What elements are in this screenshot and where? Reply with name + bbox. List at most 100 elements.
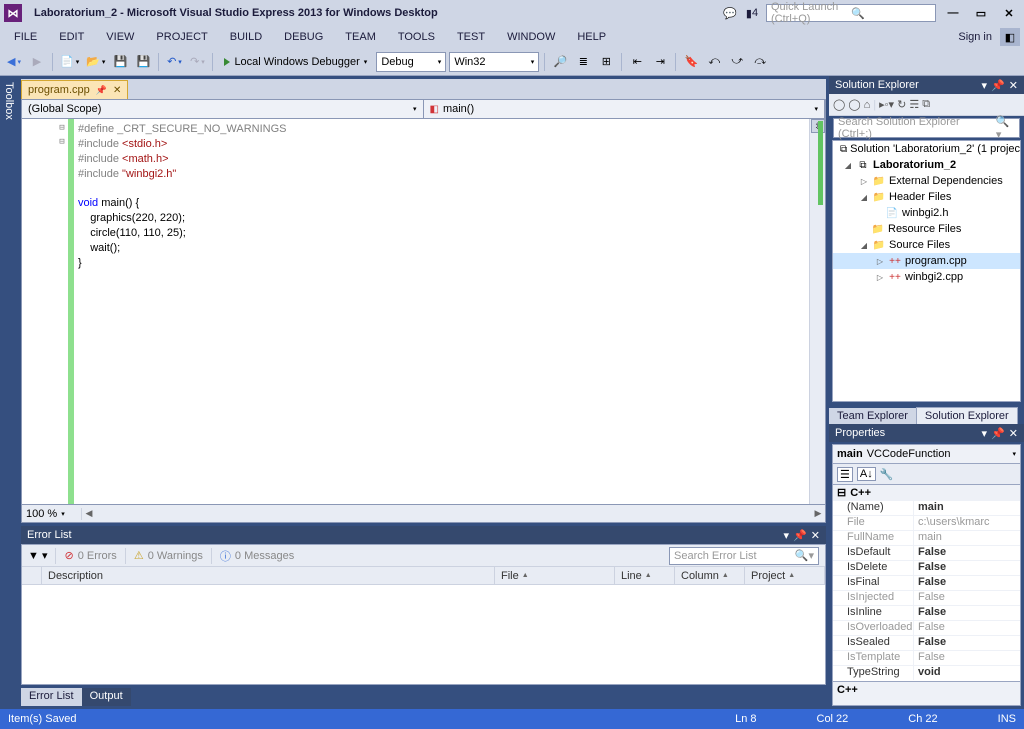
- save-all-button[interactable]: 💾: [133, 52, 153, 72]
- restore-button[interactable]: ▭: [970, 4, 992, 22]
- properties-icon[interactable]: ⧉: [922, 98, 930, 111]
- property-row[interactable]: TypeStringvoid: [833, 665, 1020, 680]
- notifications-icon[interactable]: ▮4: [744, 5, 760, 21]
- back-icon[interactable]: ◯: [833, 98, 845, 111]
- properties-grid[interactable]: ⊟C++ (Name)mainFilec:\users\kmarcFullNam…: [832, 484, 1021, 682]
- property-row[interactable]: (Name)main: [833, 500, 1020, 515]
- open-file-button[interactable]: 📂: [84, 52, 107, 72]
- tree-resource-files[interactable]: 📁Resource Files: [833, 221, 1020, 237]
- indent-icon[interactable]: ⇥: [650, 52, 670, 72]
- property-row[interactable]: IsInjectedFalse: [833, 590, 1020, 605]
- close-icon[interactable]: ✕: [811, 529, 820, 542]
- menu-build[interactable]: BUILD: [220, 28, 272, 46]
- tab-output[interactable]: Output: [82, 688, 131, 706]
- col-description[interactable]: Description: [42, 567, 495, 584]
- file-tab-program[interactable]: program.cpp 📌 ✕: [21, 80, 128, 99]
- properties-object-combo[interactable]: mainVCCodeFunction▾: [832, 444, 1021, 464]
- property-row[interactable]: IsFinalFalse: [833, 575, 1020, 590]
- sync-icon[interactable]: ▸◦▾: [879, 98, 894, 111]
- solution-tree[interactable]: ⧉Solution 'Laboratorium_2' (1 project) ◢…: [832, 140, 1021, 402]
- tree-ext-deps[interactable]: ▷📁External Dependencies: [833, 173, 1020, 189]
- toolbox-rail[interactable]: Toolbox: [0, 76, 18, 709]
- bookmark-clear-icon[interactable]: ⤼: [750, 52, 770, 72]
- close-button[interactable]: ✕: [998, 4, 1020, 22]
- tab-error-list[interactable]: Error List: [21, 688, 82, 706]
- col-column[interactable]: Column▲: [675, 567, 745, 584]
- start-debug-button[interactable]: Local Windows Debugger ▾: [218, 52, 373, 72]
- nav-back-button[interactable]: ◀: [4, 52, 24, 72]
- menu-file[interactable]: FILE: [4, 28, 47, 46]
- menu-test[interactable]: TEST: [447, 28, 495, 46]
- col-project[interactable]: Project▲: [745, 567, 825, 584]
- refresh-icon[interactable]: ↻: [897, 98, 906, 111]
- error-search-input[interactable]: Search Error List 🔍▾: [669, 547, 819, 565]
- platform-combo[interactable]: Win32: [449, 52, 539, 72]
- config-combo[interactable]: Debug: [376, 52, 446, 72]
- showall-icon[interactable]: ☴: [909, 98, 919, 111]
- tree-winbgi2-h[interactable]: 📄winbgi2.h: [833, 205, 1020, 221]
- alphabetical-icon[interactable]: A↓: [857, 467, 876, 481]
- nav-fwd-button[interactable]: ▶: [27, 52, 47, 72]
- code-content[interactable]: #define _CRT_SECURE_NO_WARNINGS #include…: [74, 119, 809, 504]
- close-tab-icon[interactable]: ✕: [113, 85, 121, 96]
- sign-in-link[interactable]: Sign in: [958, 31, 992, 43]
- property-row[interactable]: IsTemplateFalse: [833, 650, 1020, 665]
- categorized-icon[interactable]: ☰: [837, 467, 853, 482]
- col-file[interactable]: File▲: [495, 567, 615, 584]
- scope-combo[interactable]: (Global Scope): [22, 100, 424, 118]
- solution-search-input[interactable]: Search Solution Explorer (Ctrl+;) 🔍▾: [833, 118, 1020, 138]
- property-row[interactable]: IsDefaultFalse: [833, 545, 1020, 560]
- errors-filter[interactable]: ⊘0 Errors: [64, 549, 116, 562]
- close-icon[interactable]: ✕: [1009, 427, 1018, 440]
- comment-lines-icon[interactable]: ≣: [573, 52, 593, 72]
- tree-solution[interactable]: ⧉Solution 'Laboratorium_2' (1 project): [833, 141, 1020, 157]
- property-row[interactable]: IsInlineFalse: [833, 605, 1020, 620]
- property-row[interactable]: IsSealedFalse: [833, 635, 1020, 650]
- bookmark-prev-icon[interactable]: ⤺: [704, 52, 724, 72]
- tab-solution-explorer[interactable]: Solution Explorer: [916, 407, 1018, 424]
- home-icon[interactable]: ⌂: [864, 99, 871, 111]
- tree-winbgi2-cpp[interactable]: ▷++winbgi2.cpp: [833, 269, 1020, 285]
- dropdown-icon[interactable]: ▾: [784, 529, 790, 542]
- col-icon[interactable]: [22, 567, 42, 584]
- minimize-button[interactable]: —: [942, 4, 964, 22]
- member-combo[interactable]: ◧main(): [424, 100, 826, 118]
- tree-project[interactable]: ◢⧉Laboratorium_2: [833, 157, 1020, 173]
- outdent-icon[interactable]: ⇤: [627, 52, 647, 72]
- menu-window[interactable]: WINDOW: [497, 28, 565, 46]
- menu-tools[interactable]: TOOLS: [388, 28, 445, 46]
- zoom-combo[interactable]: 100 %: [22, 508, 82, 520]
- feedback-icon[interactable]: 💬: [722, 5, 738, 21]
- close-icon[interactable]: ✕: [1009, 79, 1018, 92]
- messages-filter[interactable]: ⓘ0 Messages: [220, 548, 294, 564]
- bookmark-next-icon[interactable]: ⤻: [727, 52, 747, 72]
- menu-debug[interactable]: DEBUG: [274, 28, 333, 46]
- property-row[interactable]: Filec:\users\kmarc: [833, 515, 1020, 530]
- undo-button[interactable]: ↶: [164, 52, 184, 72]
- find-in-files-icon[interactable]: 🔎: [550, 52, 570, 72]
- outline-column[interactable]: ⊟ ⊟: [56, 119, 68, 504]
- property-row[interactable]: FullNamemain: [833, 530, 1020, 545]
- pin-icon[interactable]: 📌: [991, 427, 1005, 440]
- bookmark-icon[interactable]: 🔖: [681, 52, 701, 72]
- property-pages-icon[interactable]: 🔧: [880, 468, 894, 481]
- solution-explorer-header[interactable]: Solution Explorer ▾📌✕: [829, 76, 1024, 94]
- tree-header-files[interactable]: ◢📁Header Files: [833, 189, 1020, 205]
- tab-team-explorer[interactable]: Team Explorer: [829, 408, 916, 424]
- pin-icon[interactable]: 📌: [96, 85, 107, 96]
- new-project-button[interactable]: 📄: [58, 52, 81, 72]
- dropdown-icon[interactable]: ▾: [982, 79, 988, 92]
- filter-icon[interactable]: ▼ ▾: [28, 549, 47, 562]
- property-row[interactable]: IsOverloadedFalse: [833, 620, 1020, 635]
- tree-source-files[interactable]: ◢📁Source Files: [833, 237, 1020, 253]
- menu-project[interactable]: PROJECT: [146, 28, 217, 46]
- menu-team[interactable]: TEAM: [335, 28, 386, 46]
- overview-ruler[interactable]: ⇳: [809, 119, 825, 504]
- menu-help[interactable]: HELP: [567, 28, 616, 46]
- properties-header[interactable]: Properties ▾📌✕: [829, 424, 1024, 442]
- pin-icon[interactable]: 📌: [991, 79, 1005, 92]
- prop-category[interactable]: ⊟C++: [833, 485, 1020, 500]
- fwd-icon[interactable]: ◯: [848, 98, 860, 111]
- pin-icon[interactable]: 📌: [793, 529, 807, 542]
- redo-button[interactable]: ↷: [187, 52, 207, 72]
